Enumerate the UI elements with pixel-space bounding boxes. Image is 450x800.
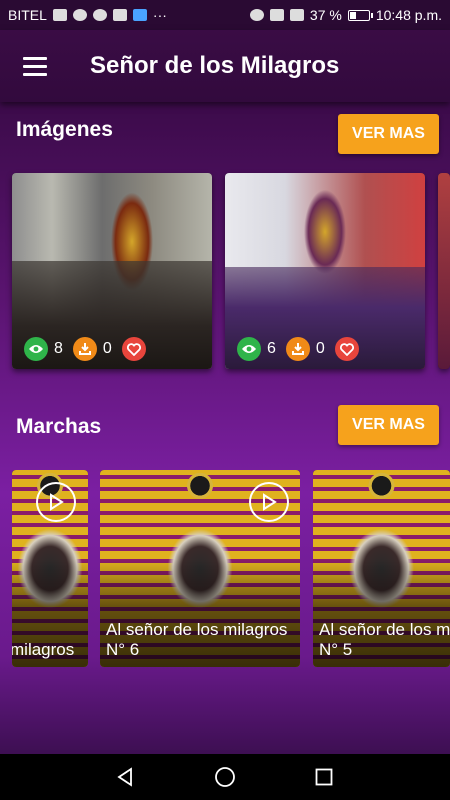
recents-square-icon[interactable] <box>304 757 344 797</box>
cell-signal-icon <box>289 9 304 21</box>
home-circle-icon[interactable] <box>205 757 245 797</box>
marchas-ver-mas-button[interactable]: VER MAS <box>338 405 439 445</box>
carrier-label: BITEL <box>8 7 47 23</box>
clock: 10:48 p.m. <box>375 7 442 23</box>
chat-icon <box>92 9 107 21</box>
downloads-count: 0 <box>102 340 112 357</box>
views-count: 6 <box>267 340 276 357</box>
imagenes-section-title: Imágenes <box>16 118 113 141</box>
march-card[interactable]: Al señor de los milagros N° 6 <box>100 470 300 667</box>
march-label: milagros <box>12 640 75 659</box>
battery-icon <box>347 9 373 21</box>
image-stats: 8 0 <box>24 337 146 361</box>
signal-bars-icon <box>52 9 67 21</box>
march-label: Al señor de los milagros N° 5 <box>319 620 450 659</box>
heart-icon[interactable] <box>334 337 359 361</box>
downloads-count: 0 <box>315 340 325 357</box>
views-count: 8 <box>54 340 63 357</box>
image-stats: 6 0 <box>237 337 359 361</box>
image-card[interactable]: 6 0 <box>225 173 425 369</box>
procession-photo <box>438 173 450 369</box>
data-transfer-icon <box>112 9 127 21</box>
march-card[interactable]: Al señor de los milagros N° 5 <box>313 470 450 667</box>
image-card[interactable] <box>438 173 450 369</box>
views-stat: 8 <box>24 337 63 361</box>
battery-percent: 37 % <box>309 7 342 23</box>
views-stat: 6 <box>237 337 276 361</box>
download-icon <box>285 337 310 361</box>
heart-icon[interactable] <box>121 337 146 361</box>
page-title: Señor de los Milagros <box>90 52 340 79</box>
downloads-stat: 0 <box>285 337 325 361</box>
download-icon <box>72 337 97 361</box>
imagenes-ver-mas-button[interactable]: VER MAS <box>338 114 439 154</box>
back-triangle-icon[interactable] <box>106 757 146 797</box>
hamburger-menu-icon[interactable] <box>0 30 70 102</box>
downloads-stat: 0 <box>72 337 112 361</box>
status-bar: BITEL ··· 37 % 10:48 p.m. <box>0 0 450 30</box>
play-icon[interactable] <box>36 482 76 522</box>
alarm-icon <box>249 9 264 21</box>
app-notification-icon <box>132 9 147 21</box>
play-icon[interactable] <box>249 482 289 522</box>
cloud-icon <box>72 9 87 21</box>
app-bar: Señor de los Milagros <box>0 30 450 102</box>
marchas-section-title: Marchas <box>16 415 102 438</box>
march-label: Al señor de los milagros N° 6 <box>106 620 288 659</box>
march-card[interactable]: milagros <box>12 470 88 667</box>
main-content[interactable]: Imágenes VER MAS 8 0 6 0 Marchas VER MAS… <box>0 102 450 754</box>
image-card[interactable]: 8 0 <box>12 173 212 369</box>
more-notifications-icon: ··· <box>152 7 167 23</box>
eye-icon <box>237 337 261 361</box>
system-nav-bar <box>0 754 450 800</box>
eye-icon <box>24 337 48 361</box>
wifi-icon <box>269 9 284 21</box>
